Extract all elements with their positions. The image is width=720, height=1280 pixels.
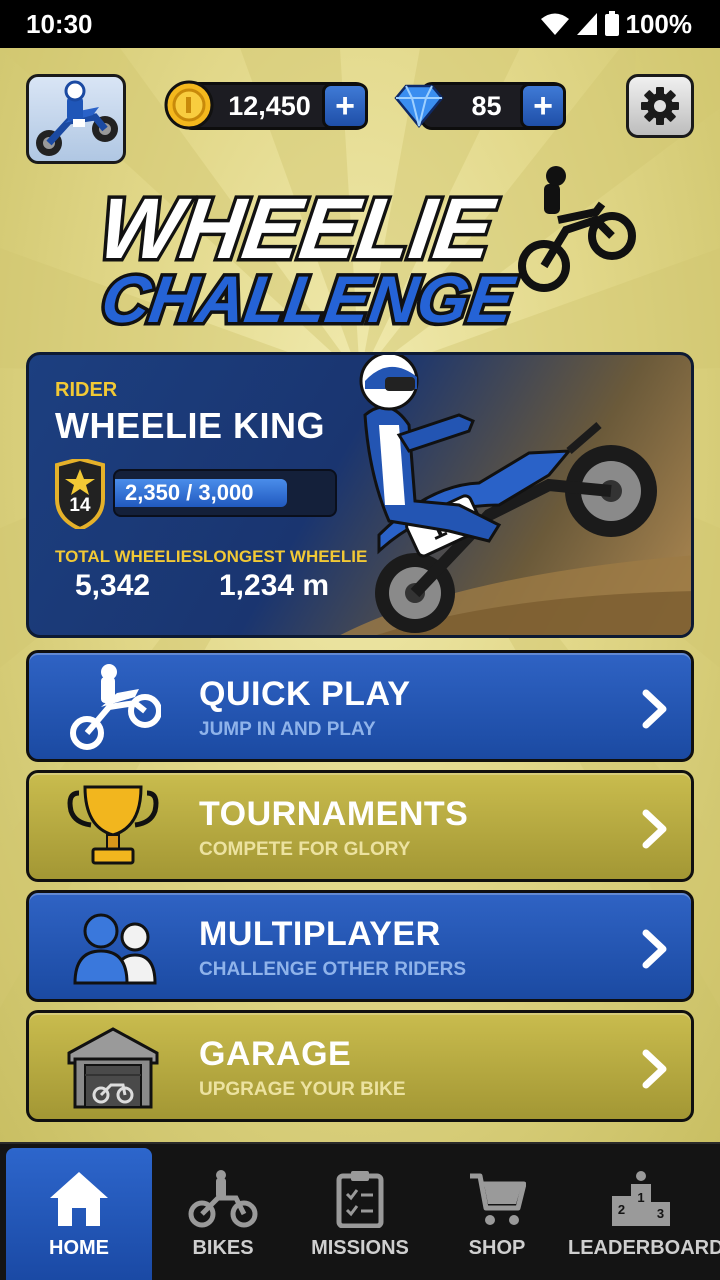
bottom-navigation: HOME BIKES MISSIONS SHOP 1 2 3 LEADERBOA… <box>0 1142 720 1280</box>
status-time: 10:30 <box>26 8 93 39</box>
stat-total-wheelies-value: 5,342 <box>75 569 151 602</box>
tournaments-title: TOURNAMENTS <box>199 795 469 833</box>
stat-longest-wheelie-value: 1,234 m <box>219 569 330 602</box>
gem-icon <box>394 84 444 128</box>
rider-figure <box>359 355 502 543</box>
status-indicators: 100% <box>540 8 693 40</box>
chevron-right-icon <box>642 929 667 969</box>
rider-profile-card[interactable]: 14 RIDER WHEELIE KING 14 2,350 / 3,000 T… <box>26 352 694 638</box>
nav-home[interactable]: HOME <box>6 1148 152 1280</box>
logo-line2: CHALLENGE <box>97 263 520 337</box>
stat-total-wheelies-label: TOTAL WHEELIES <box>55 547 204 566</box>
settings-button[interactable] <box>626 74 694 138</box>
xp-bar: 2,350 / 3,000 <box>113 469 337 517</box>
nav-leaderboards-label: LEADERBOARDS <box>568 1237 720 1259</box>
avatar-rider-icon <box>36 80 118 156</box>
podium-icon: 1 2 3 <box>612 1171 670 1226</box>
nav-leaderboards[interactable]: 1 2 3 LEADERBOARDS <box>568 1148 720 1280</box>
game-logo: WHEELIE CHALLENGE <box>96 166 636 340</box>
quick-play-title: QUICK PLAY <box>199 675 411 713</box>
coin-icon <box>164 80 214 130</box>
garage-button[interactable]: GARAGE UPGRAGE YOUR BIKE <box>26 1010 694 1122</box>
users-icon <box>73 913 157 985</box>
rider-label: RIDER <box>55 379 118 401</box>
nav-home-label: HOME <box>49 1237 109 1259</box>
nav-shop-label: SHOP <box>468 1237 526 1259</box>
battery-level: 100% <box>625 8 693 39</box>
multiplayer-subtitle: CHALLENGE OTHER RIDERS <box>199 959 467 980</box>
bike-icon <box>188 1170 258 1228</box>
chevron-right-icon <box>642 689 667 729</box>
nav-missions-label: MISSIONS <box>311 1237 409 1259</box>
motorbike-rider-icon <box>70 664 161 750</box>
nav-bikes[interactable]: BIKES <box>152 1148 294 1280</box>
garage-title: GARAGE <box>199 1035 352 1073</box>
svg-text:2: 2 <box>618 1202 625 1217</box>
garage-subtitle: UPGRAGE YOUR BIKE <box>199 1079 406 1100</box>
cart-icon <box>470 1173 526 1225</box>
tournaments-subtitle: COMPETE FOR GLORY <box>199 839 411 860</box>
nav-shop[interactable]: SHOP <box>426 1148 568 1280</box>
quick-play-subtitle: JUMP IN AND PLAY <box>199 719 376 740</box>
level-shield-icon <box>55 459 105 529</box>
trophy-icon <box>67 785 159 865</box>
rider-name: WHEELIE KING <box>55 405 326 446</box>
buy-gems-button[interactable]: + <box>520 83 566 129</box>
level-number: 14 <box>69 495 91 516</box>
gear-icon <box>641 87 679 125</box>
buy-coins-button[interactable]: + <box>322 83 368 129</box>
chevron-right-icon <box>642 1049 667 1089</box>
tournaments-button[interactable]: TOURNAMENTS COMPETE FOR GLORY <box>26 770 694 882</box>
garage-icon <box>67 1027 159 1109</box>
nav-missions[interactable]: MISSIONS <box>294 1148 426 1280</box>
quick-play-button[interactable]: QUICK PLAY JUMP IN AND PLAY <box>26 650 694 762</box>
home-icon <box>50 1172 108 1226</box>
status-bar: 10:30 100% <box>0 0 720 48</box>
stat-longest-wheelie-label: LONGEST WHEELIE <box>203 547 368 566</box>
signal-icon <box>576 13 597 35</box>
logo-silhouette-rider-icon <box>518 166 636 292</box>
clipboard-icon <box>336 1171 384 1228</box>
svg-text:1: 1 <box>637 1190 644 1205</box>
nav-bikes-label: BIKES <box>192 1237 254 1259</box>
multiplayer-title: MULTIPLAYER <box>199 915 441 953</box>
multiplayer-button[interactable]: MULTIPLAYER CHALLENGE OTHER RIDERS <box>26 890 694 1002</box>
xp-text: 2,350 / 3,000 <box>125 480 254 505</box>
chevron-right-icon <box>642 809 667 849</box>
wifi-icon <box>540 13 569 35</box>
svg-text:3: 3 <box>657 1206 664 1221</box>
battery-icon <box>604 11 619 36</box>
player-avatar[interactable] <box>26 74 126 164</box>
